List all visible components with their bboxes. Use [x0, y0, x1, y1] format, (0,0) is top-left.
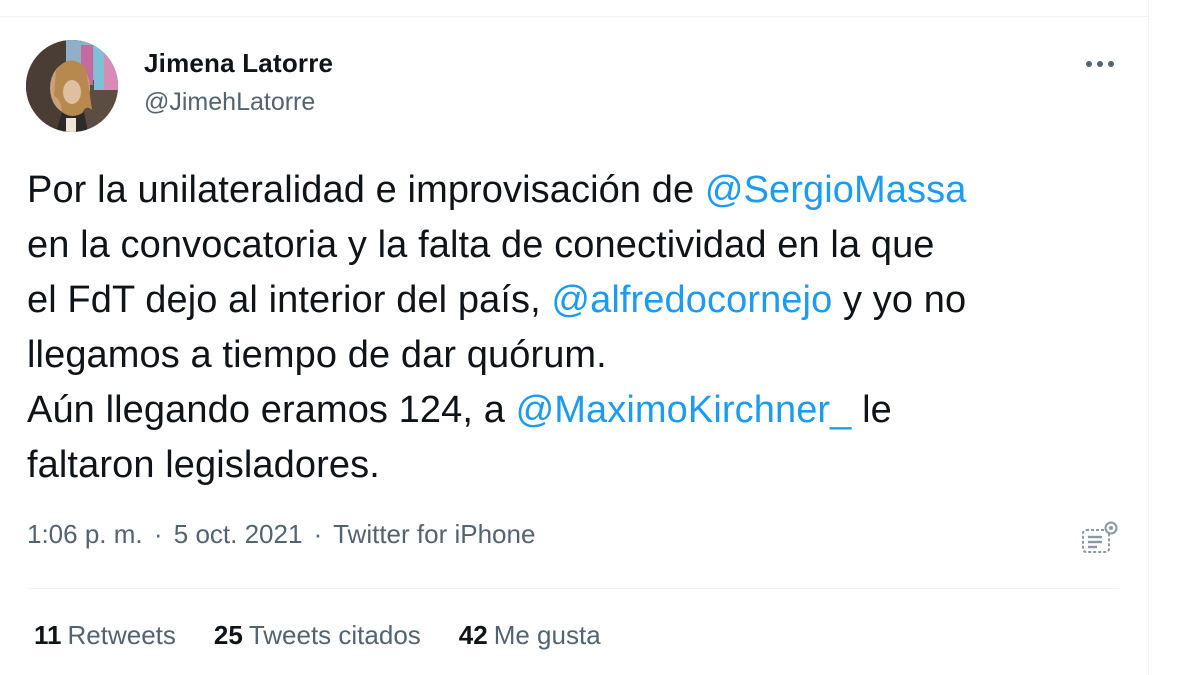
tweet-text: Por la unilateralidad e improvisación de… [27, 163, 1127, 493]
tweet-card: Jimena Latorre @JimehLatorre Por la unil… [0, 0, 1148, 675]
text-segment: en la convocatoria y la falta de conecti… [27, 224, 935, 266]
column-border [1148, 0, 1149, 675]
tweet-text-line: faltaron legisladores. [27, 438, 1127, 493]
user-handle[interactable]: @JimehLatorre [144, 88, 315, 117]
tweet-text-line: en la convocatoria y la falta de conecti… [27, 218, 1127, 273]
tweet-text-line: llegamos a tiempo de dar quórum. [27, 328, 1127, 383]
more-horizontal-icon [1086, 61, 1114, 67]
text-segment: el FdT dejo al interior del país, [27, 279, 552, 321]
text-segment: le [851, 389, 892, 431]
tweet-time[interactable]: 1:06 p. m. [27, 519, 143, 549]
text-segment: Aún llegando eramos 124, a [27, 389, 516, 431]
stats-divider [27, 588, 1119, 589]
avatar[interactable] [26, 40, 118, 132]
display-name[interactable]: Jimena Latorre [144, 48, 333, 79]
meta-separator: · [313, 519, 323, 549]
tweet-source[interactable]: Twitter for iPhone [333, 519, 535, 549]
tweet-frame: Jimena Latorre @JimehLatorre Por la unil… [0, 0, 1200, 675]
quotes-count: 25 [213, 620, 243, 650]
retweets-count: 11 [34, 620, 62, 650]
meta-separator: · [153, 519, 163, 549]
tweet-text-line: Por la unilateralidad e improvisación de… [27, 163, 1127, 218]
more-options-button[interactable] [1078, 50, 1122, 78]
text-segment: y yo no [832, 279, 967, 321]
profile-photo-icon [26, 40, 118, 132]
text-segment: Por la unilateralidad e improvisación de [27, 169, 705, 211]
text-segment: faltaron legisladores. [27, 444, 380, 486]
tweet-text-line: el FdT dejo al interior del país, @alfre… [27, 273, 1127, 328]
mention-link[interactable]: @MaximoKirchner_ [516, 389, 852, 431]
quotes-label: Tweets citados [248, 620, 421, 650]
tweet-text-line: Aún llegando eramos 124, a @MaximoKirchn… [27, 383, 1127, 438]
text-segment: llegamos a tiempo de dar quórum. [27, 334, 607, 376]
likes-stat[interactable]: 42 Me gusta [459, 620, 601, 651]
tweet-stats: 11 Retweets 25 Tweets citados 42 Me gusta [34, 620, 601, 651]
tweet-date[interactable]: 5 oct. 2021 [174, 519, 303, 549]
likes-count: 42 [458, 620, 488, 650]
analytics-button[interactable] [1080, 520, 1120, 556]
quotes-stat[interactable]: 25 Tweets citados [214, 620, 421, 651]
retweets-stat[interactable]: 11 Retweets [34, 620, 176, 651]
likes-label: Me gusta [493, 620, 601, 650]
mention-link[interactable]: @SergioMassa [705, 169, 967, 211]
mention-link[interactable]: @alfredocornejo [551, 279, 832, 321]
retweets-label: Retweets [67, 620, 176, 650]
tweet-meta: 1:06 p. m. · 5 oct. 2021 · Twitter for i… [27, 519, 535, 550]
analytics-icon [1082, 521, 1118, 553]
